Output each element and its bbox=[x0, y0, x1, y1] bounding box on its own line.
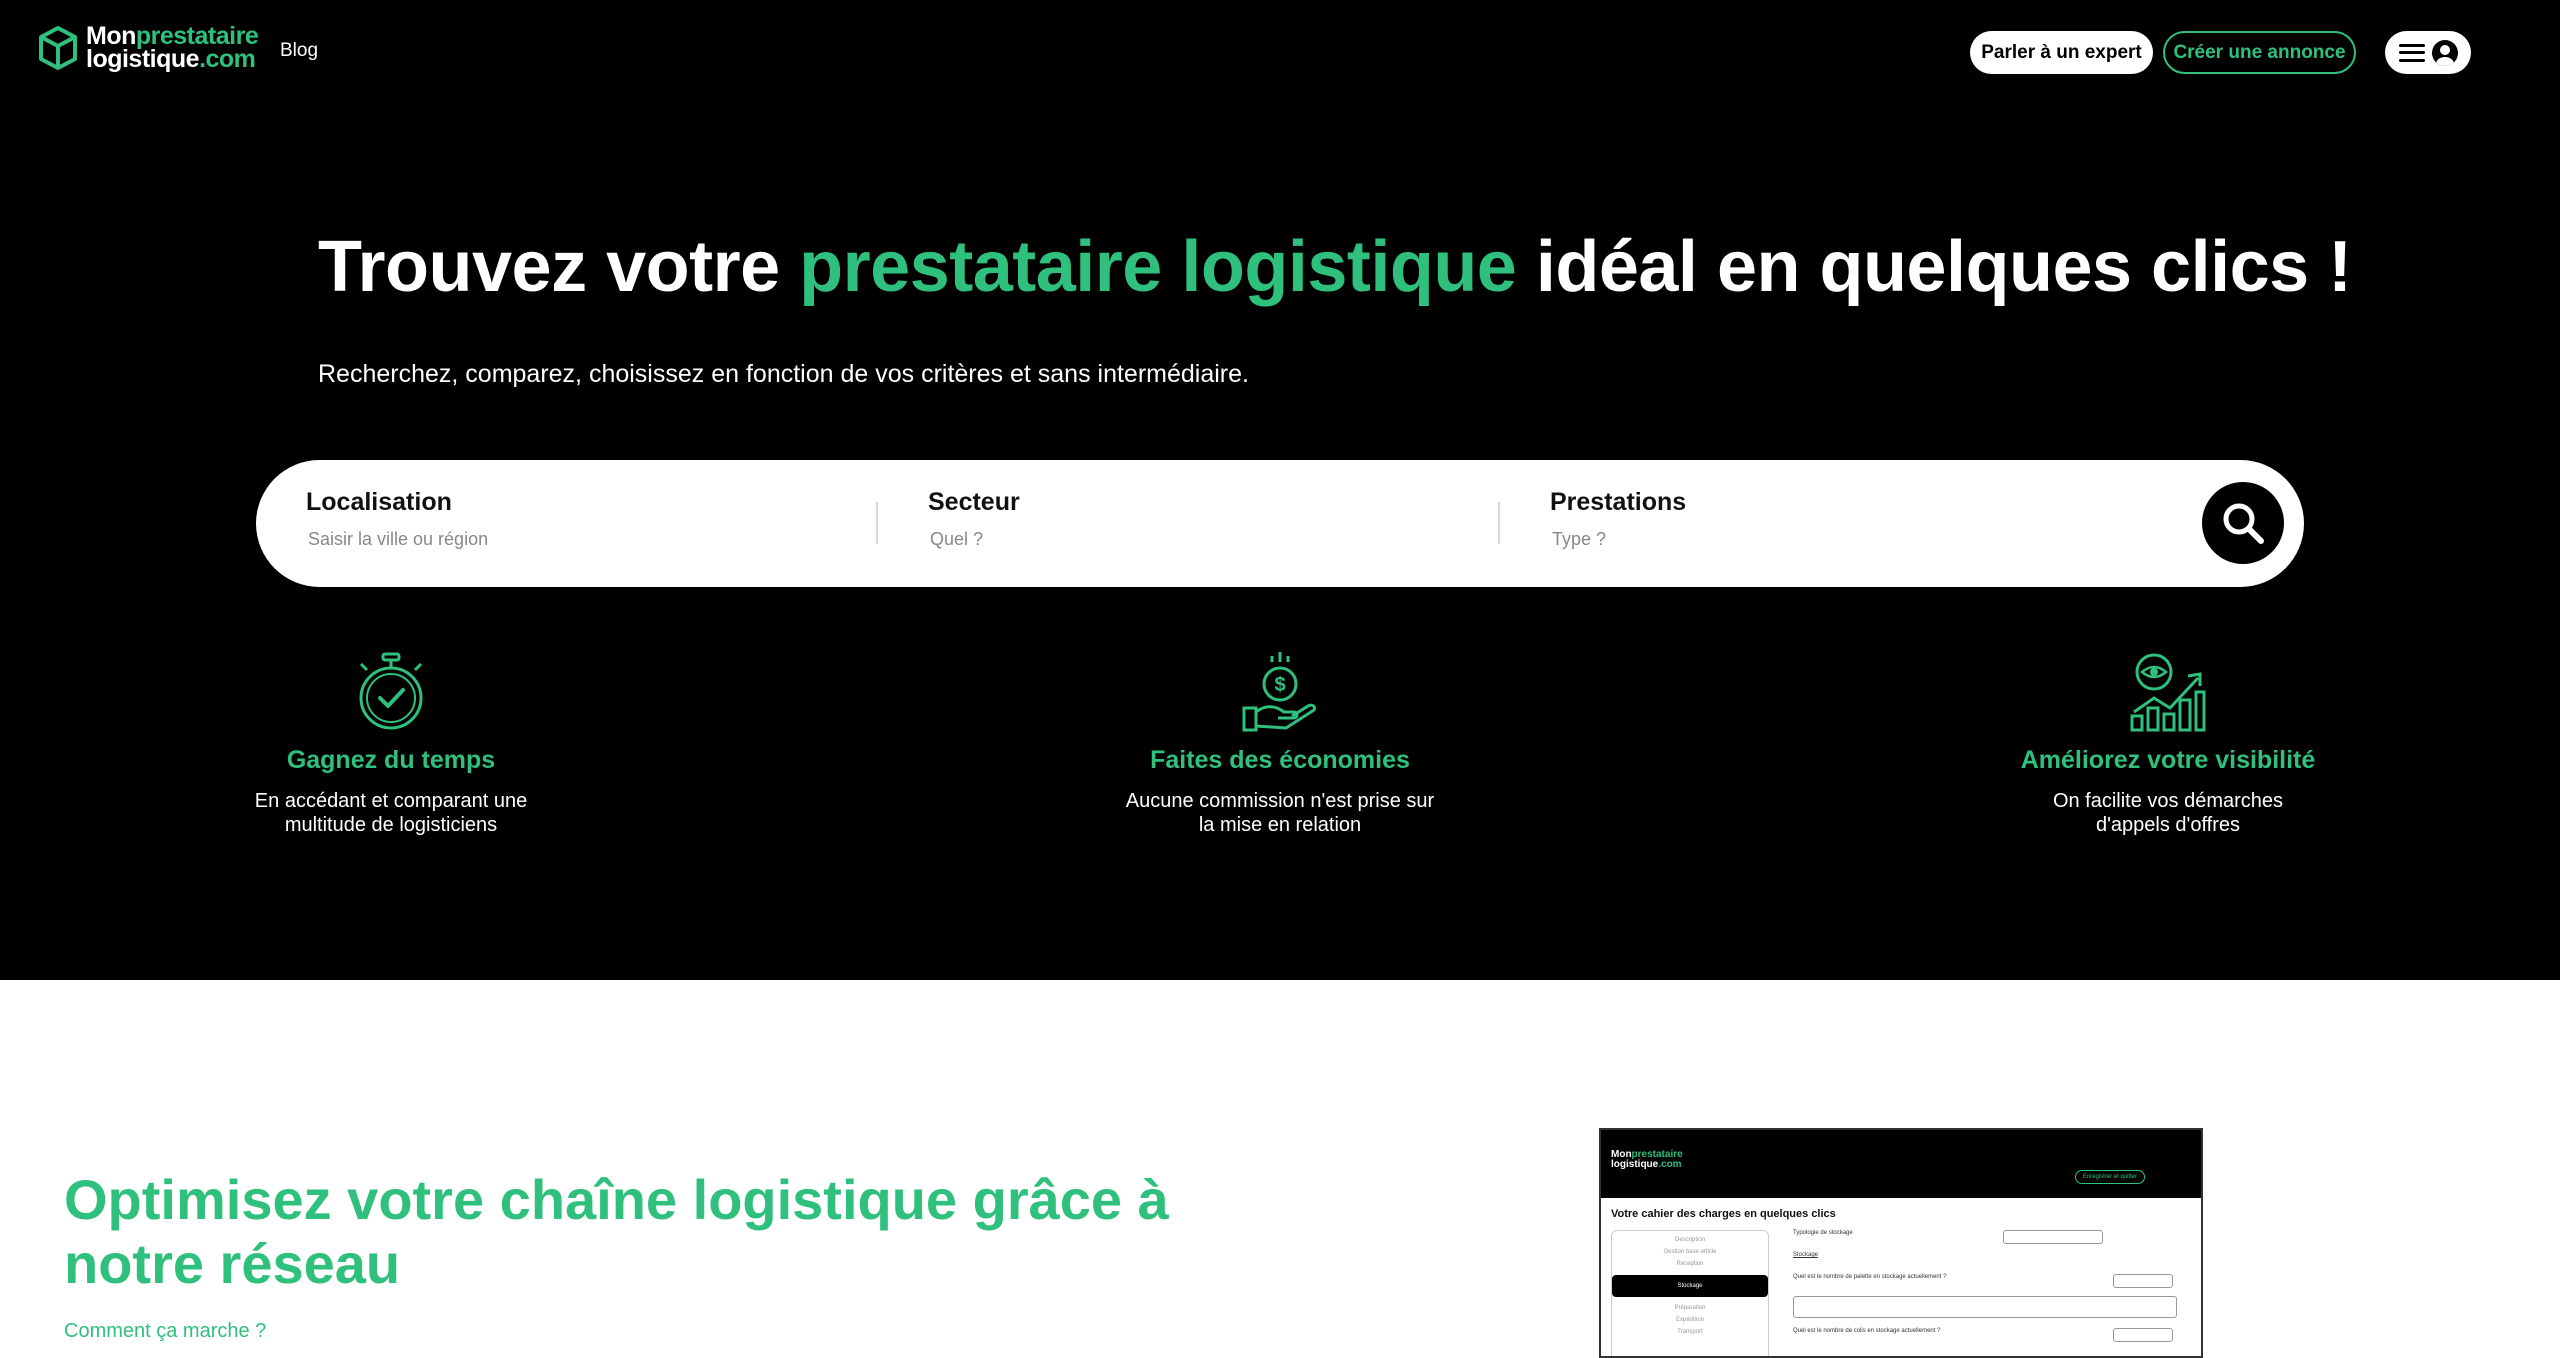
feature-title: Améliorez votre visibilité bbox=[2020, 746, 2316, 774]
logo-text: Monprestataire logistique.com bbox=[86, 22, 259, 73]
preview-form-row: Stockage bbox=[1793, 1252, 1819, 1258]
hero-subtitle: Recherchez, comparez, choisissez en fonc… bbox=[318, 360, 1249, 388]
preview-form-row: Typologie de stockage bbox=[1793, 1230, 2193, 1244]
stopwatch-check-icon bbox=[359, 652, 423, 730]
preview-menu-item: Description bbox=[1674, 1237, 1705, 1243]
hero-section: Monprestataire logistique.com Blog Parle… bbox=[0, 0, 2560, 980]
preview-form-row: Quel est le nombre de palette en stockag… bbox=[1793, 1274, 2193, 1288]
user-avatar-icon bbox=[2431, 39, 2458, 66]
hand-coin-icon: $ bbox=[1242, 652, 1316, 732]
chart-eye-icon bbox=[2130, 653, 2206, 732]
sector-placeholder: Quel ? bbox=[930, 529, 984, 549]
search-button[interactable] bbox=[2202, 482, 2284, 564]
sector-field[interactable]: Secteur Quel ? bbox=[928, 488, 1020, 550]
search-icon bbox=[2223, 503, 2264, 544]
app-preview-image: Monprestataire logistique.com Enregistre… bbox=[1599, 1128, 2203, 1358]
section-title: Optimisez votre chaîne logistique grâce … bbox=[64, 1168, 1169, 1295]
search-divider bbox=[1498, 502, 1500, 544]
preview-form-row: Quel est le nombre de colis en stockage … bbox=[1793, 1328, 2193, 1342]
box-logo-icon bbox=[39, 26, 77, 70]
preview-menu-item: Expédition bbox=[1675, 1317, 1705, 1323]
preview-title: Votre cahier des charges en quelques cli… bbox=[1611, 1208, 1836, 1220]
preview-menu-item: Stockage bbox=[1612, 1275, 1768, 1297]
services-placeholder: Type ? bbox=[1552, 529, 1607, 549]
preview-menu-item: Réception bbox=[1676, 1261, 1704, 1267]
location-field[interactable]: Localisation Saisir la ville ou région bbox=[306, 488, 488, 550]
feature-desc: Aucune commission n'est prise sur la mise… bbox=[1125, 790, 1435, 836]
preview-form: Typologie de stockage Stockage Quel est … bbox=[1793, 1230, 2193, 1350]
svg-text:$: $ bbox=[1274, 674, 1285, 696]
sector-label: Secteur bbox=[928, 488, 1020, 516]
hero-title: Trouvez votre prestataire logistique idé… bbox=[318, 227, 2352, 307]
services-field[interactable]: Prestations Type ? bbox=[1550, 488, 1686, 550]
preview-menu-item: Gestion base article bbox=[1663, 1249, 1717, 1255]
preview-menu: Description Gestion base article Récepti… bbox=[1611, 1230, 1769, 1356]
preview-menu-item: Préparation bbox=[1674, 1305, 1706, 1311]
feature-save-time: Gagnez du temps En accédant et comparant… bbox=[191, 652, 591, 837]
user-menu-button[interactable] bbox=[2385, 31, 2471, 74]
how-it-works-link[interactable]: Comment ça marche ? bbox=[64, 1320, 266, 1343]
preview-header: Monprestataire logistique.com Enregistre… bbox=[1601, 1130, 2201, 1198]
preview-save-button: Enregistrer et quitter bbox=[2075, 1170, 2145, 1184]
preview-menu-item: Transport bbox=[1677, 1329, 1703, 1335]
preview-logo: Monprestataire logistique.com bbox=[1611, 1149, 1683, 1170]
feature-title: Gagnez du temps bbox=[286, 746, 496, 774]
feature-desc: En accédant et comparant une multitude de… bbox=[254, 790, 528, 836]
feature-title: Faites des économies bbox=[1150, 746, 1410, 774]
search-divider bbox=[876, 502, 878, 544]
feature-visibility: Améliorez votre visibilité On facilite v… bbox=[1968, 652, 2368, 837]
location-placeholder: Saisir la ville ou région bbox=[308, 529, 489, 549]
feature-desc: On facilite vos démarches d'appels d'offr… bbox=[2052, 790, 2284, 836]
create-listing-button[interactable]: Créer une annonce bbox=[2163, 31, 2356, 74]
hamburger-icon bbox=[2398, 43, 2425, 62]
nav-blog-link[interactable]: Blog bbox=[280, 40, 318, 62]
site-logo[interactable]: Monprestataire logistique.com bbox=[38, 22, 259, 73]
services-label: Prestations bbox=[1550, 488, 1687, 516]
feature-savings: $ Faites des économies Aucune commission… bbox=[1080, 652, 1480, 837]
preview-textarea bbox=[1793, 1296, 2177, 1318]
talk-to-expert-button[interactable]: Parler à un expert bbox=[1970, 31, 2153, 74]
search-bar: Localisation Saisir la ville ou région S… bbox=[256, 460, 2304, 587]
location-label: Localisation bbox=[306, 488, 452, 516]
